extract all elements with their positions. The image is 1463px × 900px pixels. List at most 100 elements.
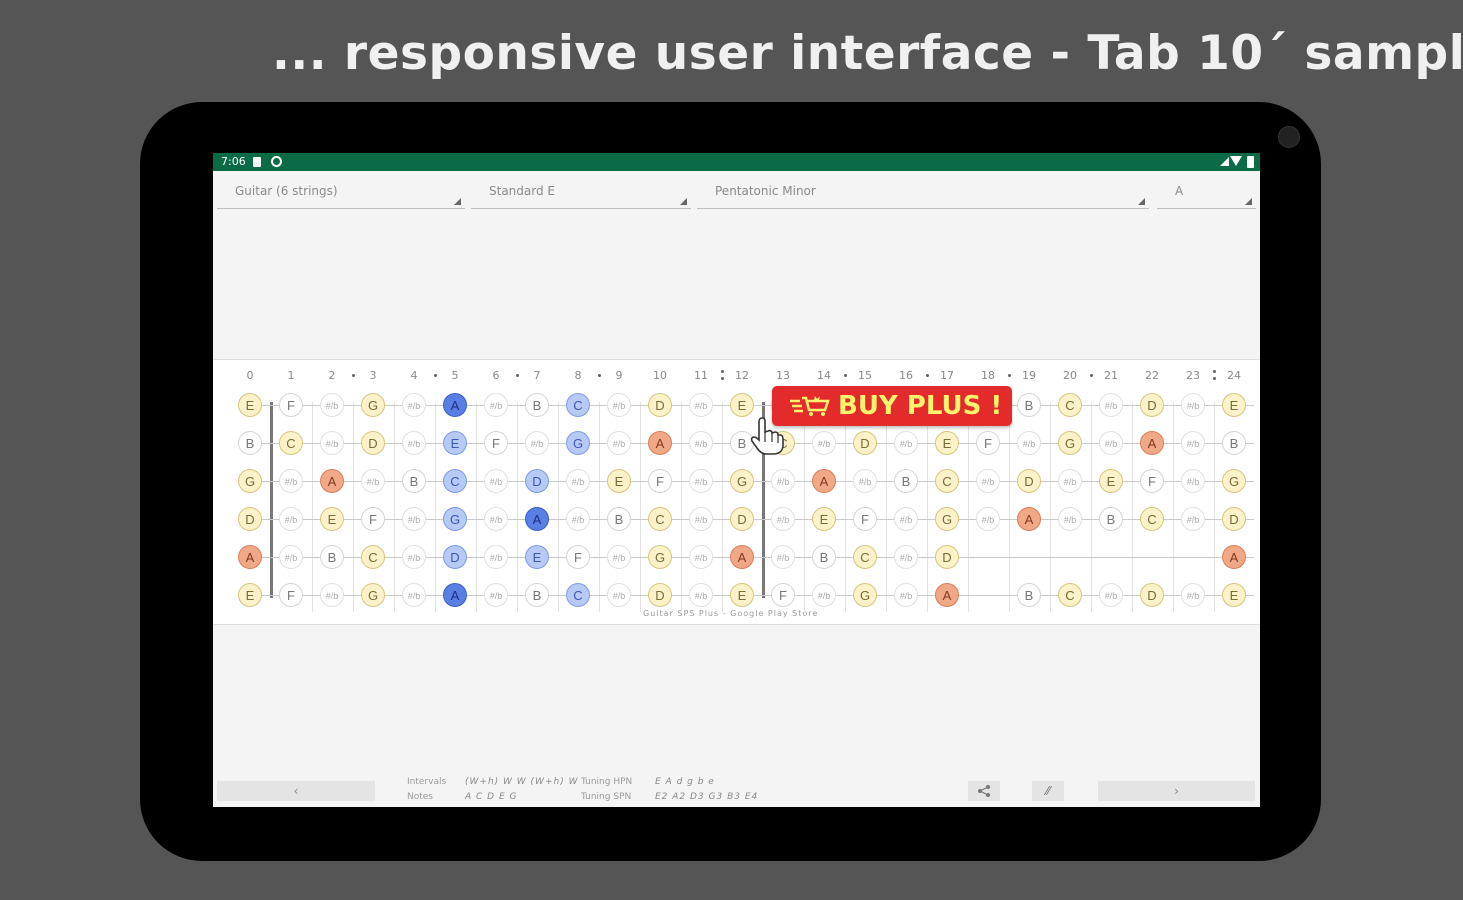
fret-note[interactable]: D	[1140, 583, 1164, 607]
fret-note[interactable]: #/b	[771, 507, 795, 531]
previous-button[interactable]: ‹	[217, 781, 375, 801]
fret-note[interactable]: #/b	[853, 469, 877, 493]
fret-note[interactable]: #/b	[484, 393, 508, 417]
fret-note[interactable]: C	[566, 583, 590, 607]
fret-note[interactable]: D	[648, 583, 672, 607]
fret-note[interactable]: #/b	[320, 583, 344, 607]
fret-note[interactable]: F	[484, 431, 508, 455]
fret-note[interactable]: B	[525, 583, 549, 607]
fret-note[interactable]: #/b	[484, 583, 508, 607]
fret-note[interactable]: F	[771, 583, 795, 607]
fret-note[interactable]: E	[1222, 393, 1246, 417]
fret-note[interactable]: F	[648, 469, 672, 493]
fret-note[interactable]: B	[1099, 507, 1123, 531]
fret-note[interactable]: F	[279, 583, 303, 607]
fret-note[interactable]: D	[935, 545, 959, 569]
fret-note[interactable]: #/b	[689, 507, 713, 531]
fret-note[interactable]: #/b	[402, 545, 426, 569]
fret-note[interactable]: E	[607, 469, 631, 493]
fret-note[interactable]: #/b	[689, 393, 713, 417]
fret-note[interactable]: C	[935, 469, 959, 493]
fret-note[interactable]: F	[566, 545, 590, 569]
fret-note[interactable]: A	[648, 431, 672, 455]
fret-note[interactable]: B	[812, 545, 836, 569]
fret-note[interactable]: #/b	[279, 469, 303, 493]
fret-note[interactable]: #/b	[484, 545, 508, 569]
fret-note[interactable]: B	[320, 545, 344, 569]
fret-note[interactable]: #/b	[1058, 469, 1082, 493]
fret-note[interactable]: #/b	[402, 393, 426, 417]
fret-note[interactable]: G	[648, 545, 672, 569]
fret-note[interactable]: E	[935, 431, 959, 455]
fret-note[interactable]: A	[320, 469, 344, 493]
fret-note[interactable]: #/b	[607, 431, 631, 455]
fret-note[interactable]: D	[361, 431, 385, 455]
fret-note[interactable]: D	[525, 469, 549, 493]
fret-note[interactable]: C	[566, 393, 590, 417]
fret-note[interactable]: G	[853, 583, 877, 607]
fret-note[interactable]: B	[238, 431, 262, 455]
fret-note[interactable]: #/b	[1181, 393, 1205, 417]
fret-note[interactable]: #/b	[279, 507, 303, 531]
fret-note[interactable]: #/b	[1058, 507, 1082, 531]
fret-note[interactable]: C	[853, 545, 877, 569]
fret-note[interactable]: G	[730, 469, 754, 493]
fret-note[interactable]: A	[730, 545, 754, 569]
fret-note[interactable]: D	[443, 545, 467, 569]
fret-note[interactable]: E	[730, 393, 754, 417]
fret-note[interactable]: #/b	[566, 507, 590, 531]
fret-note[interactable]: A	[935, 583, 959, 607]
fret-note[interactable]: #/b	[689, 431, 713, 455]
fret-note[interactable]: D	[1222, 507, 1246, 531]
fret-note[interactable]: #/b	[1181, 431, 1205, 455]
fret-note[interactable]: D	[648, 393, 672, 417]
fret-note[interactable]: C	[648, 507, 672, 531]
fret-note[interactable]: G	[361, 583, 385, 607]
fretboard[interactable]: Guitar SPS Plus - Google Play Store 0123…	[213, 359, 1260, 625]
fret-note[interactable]: #/b	[1099, 431, 1123, 455]
fret-note[interactable]: #/b	[402, 431, 426, 455]
fret-note[interactable]: E	[443, 431, 467, 455]
fret-note[interactable]: #/b	[894, 545, 918, 569]
fret-note[interactable]: #/b	[689, 583, 713, 607]
key-select[interactable]: A	[1157, 177, 1256, 209]
fret-note[interactable]: A	[443, 393, 467, 417]
fret-note[interactable]: A	[1140, 431, 1164, 455]
fret-note[interactable]: #/b	[402, 507, 426, 531]
fret-note[interactable]: #/b	[402, 583, 426, 607]
fret-note[interactable]: E	[238, 583, 262, 607]
fret-note[interactable]: F	[361, 507, 385, 531]
fret-note[interactable]: #/b	[1017, 431, 1041, 455]
brush-button[interactable]: ⁄⁄	[1032, 781, 1064, 801]
fret-note[interactable]: C	[361, 545, 385, 569]
fret-note[interactable]: E	[1099, 469, 1123, 493]
fret-note[interactable]: E	[1222, 583, 1246, 607]
fret-note[interactable]: #/b	[976, 507, 1000, 531]
tuning-select[interactable]: Standard E	[471, 177, 691, 209]
scale-select[interactable]: Pentatonic Minor	[697, 177, 1149, 209]
fret-note[interactable]: A	[238, 545, 262, 569]
fret-note[interactable]: C	[1058, 393, 1082, 417]
fret-note[interactable]: D	[238, 507, 262, 531]
fret-note[interactable]: E	[812, 507, 836, 531]
fret-note[interactable]: B	[525, 393, 549, 417]
fret-note[interactable]: E	[320, 507, 344, 531]
fret-note[interactable]: G	[1058, 431, 1082, 455]
fret-note[interactable]: A	[812, 469, 836, 493]
fret-note[interactable]: G	[566, 431, 590, 455]
fret-note[interactable]: E	[238, 393, 262, 417]
buy-plus-button[interactable]: BUY PLUS !	[772, 386, 1012, 426]
fret-note[interactable]: #/b	[484, 507, 508, 531]
fret-note[interactable]: #/b	[771, 545, 795, 569]
fret-note[interactable]: G	[361, 393, 385, 417]
fret-note[interactable]: #/b	[976, 469, 1000, 493]
fret-note[interactable]: #/b	[484, 469, 508, 493]
fret-note[interactable]: #/b	[1181, 583, 1205, 607]
fret-note[interactable]: G	[443, 507, 467, 531]
fret-note[interactable]: D	[730, 507, 754, 531]
fret-note[interactable]: #/b	[771, 469, 795, 493]
fret-note[interactable]: D	[1140, 393, 1164, 417]
fret-note[interactable]: G	[935, 507, 959, 531]
fret-note[interactable]: F	[279, 393, 303, 417]
fret-note[interactable]: C	[1058, 583, 1082, 607]
